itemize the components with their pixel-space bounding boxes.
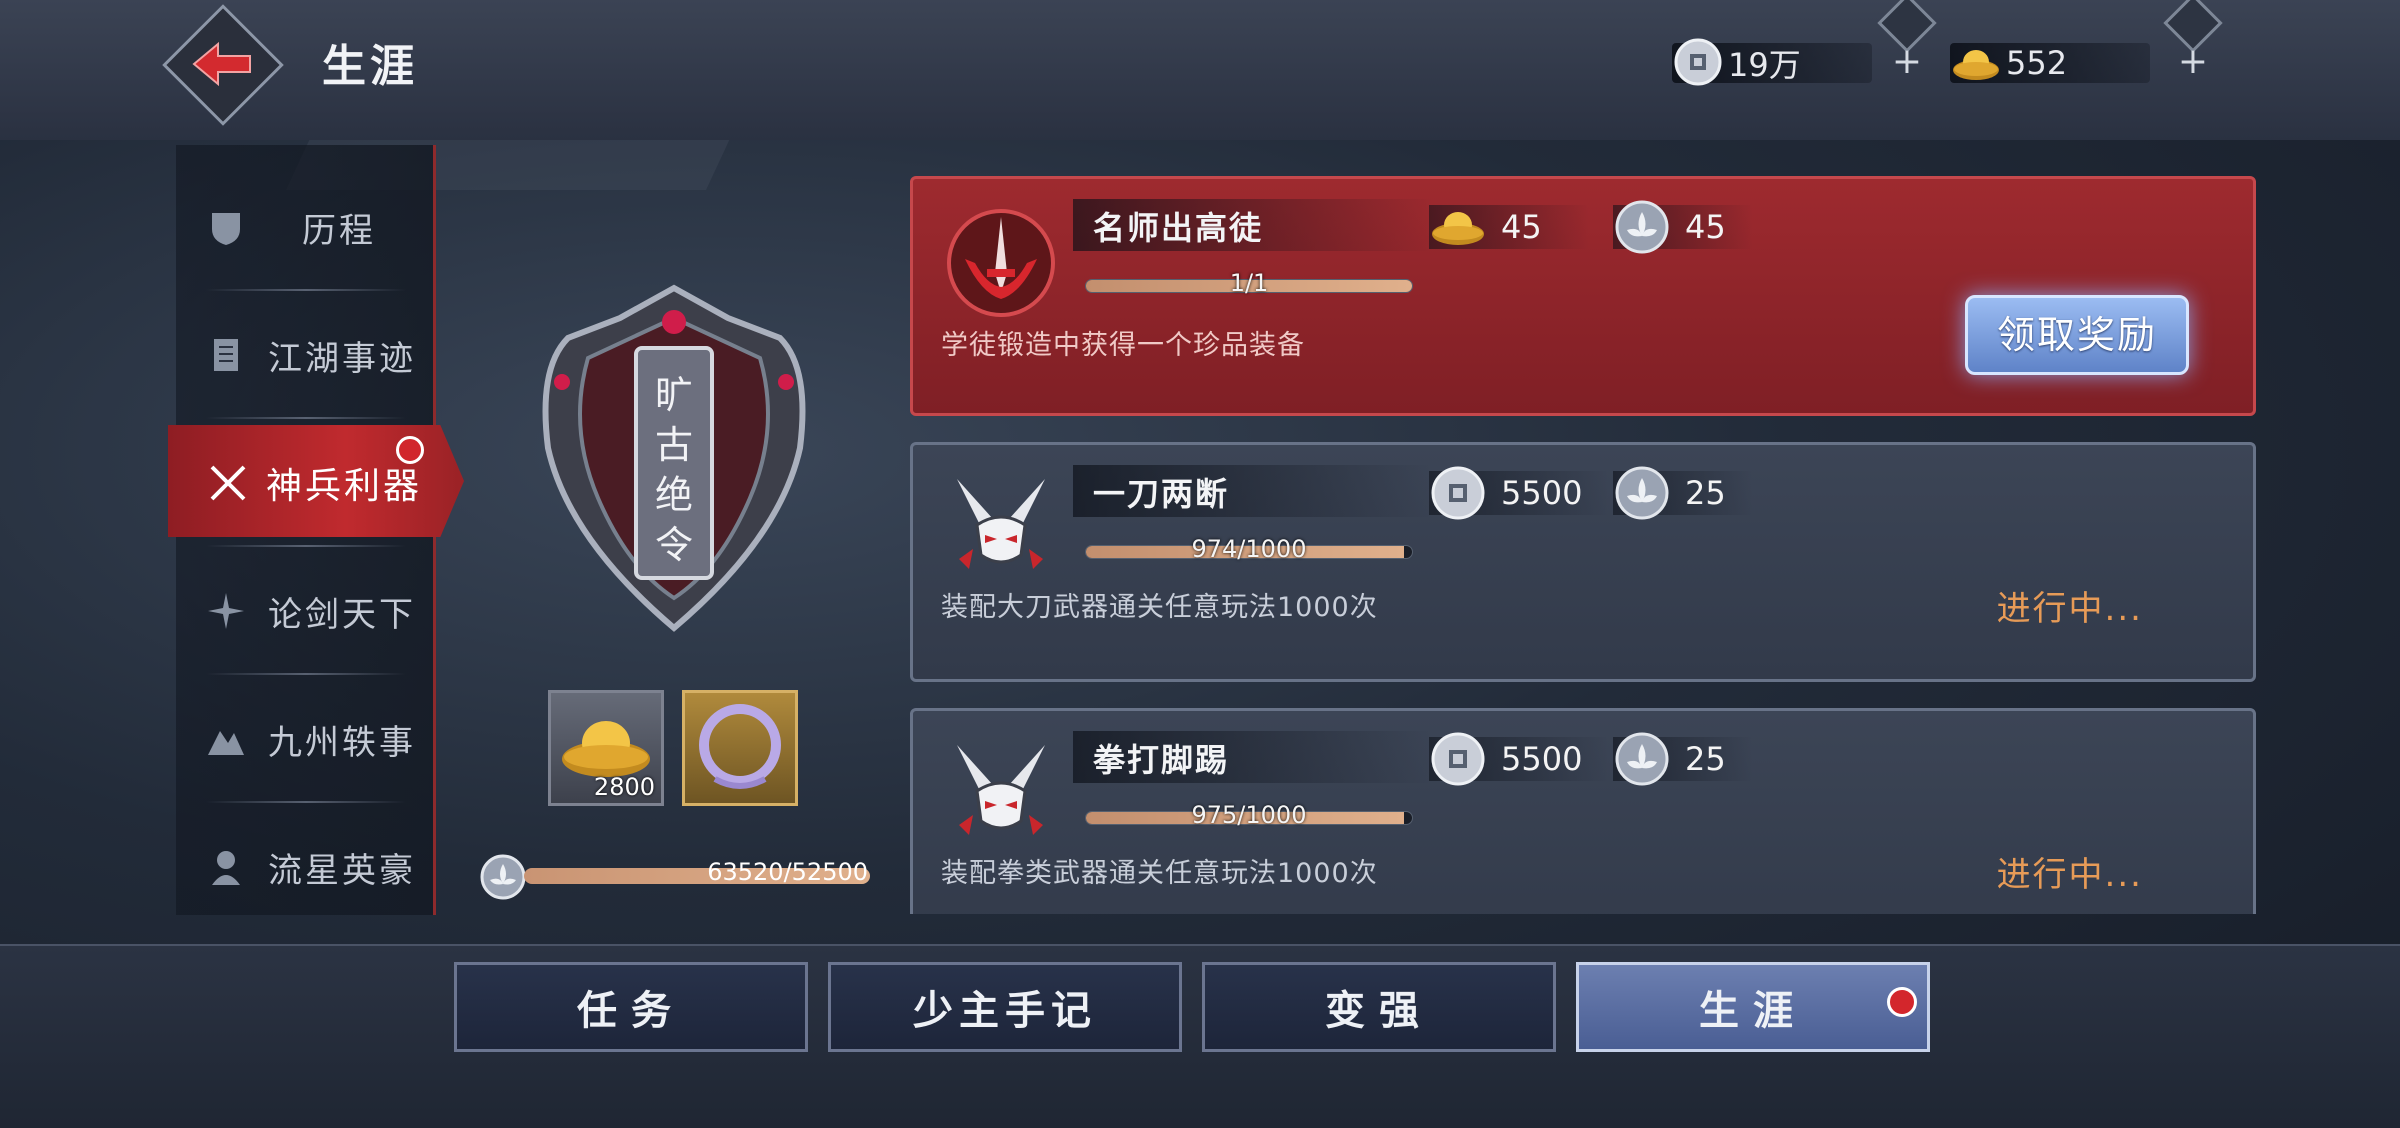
svg-text:古: 古 — [655, 423, 693, 467]
task-reward: 25 — [1613, 465, 1726, 521]
silver-coin-icon — [1431, 466, 1485, 520]
task-reward: 5500 — [1429, 465, 1582, 521]
reward-slot-frame[interactable] — [682, 690, 798, 806]
sidebar-item-anecdotes[interactable]: 九州轶事 — [176, 689, 436, 789]
task-card: 名师出高徒 45 45 1/1 学徒锻造中获得一个珍品装备 领取奖励 — [910, 176, 2256, 416]
silver-coin-icon — [1431, 732, 1485, 786]
divider — [206, 289, 406, 291]
blade-mask-icon — [957, 745, 1045, 835]
silver-coin-icon — [1674, 38, 1722, 86]
task-card: 拳打脚踢 5500 25 975/1000 装配拳类武器通关任意玩法1000次 … — [910, 708, 2256, 914]
blade-mask-icon — [957, 479, 1045, 569]
task-description: 装配拳类武器通关任意玩法1000次 — [941, 858, 1378, 889]
tab-label: 任务 — [577, 988, 685, 1034]
silver-currency: 19万 — [1672, 38, 1892, 86]
notification-dot — [1887, 987, 1917, 1017]
task-progress-text: 975/1000 — [1191, 801, 1307, 829]
task-title: 一刀两断 — [1093, 475, 1230, 513]
sidebar-item-deeds[interactable]: 江湖事迹 — [176, 305, 436, 405]
divider — [206, 545, 406, 547]
task-reward: 45 — [1613, 199, 1726, 255]
tab-notes[interactable]: 少主手记 — [828, 962, 1182, 1052]
career-progress-text: 63520/52500 — [707, 858, 868, 886]
sidebar-item-heroes[interactable]: 流星英豪 — [176, 817, 436, 917]
sidebar-item-label: 江湖事迹 — [268, 338, 416, 379]
task-progress-text: 974/1000 — [1191, 535, 1307, 563]
crossed-blades-icon — [947, 209, 1055, 317]
task-reward: 5500 — [1429, 731, 1582, 787]
lotus-coin-icon — [1615, 466, 1669, 520]
reward-value: 5500 — [1501, 740, 1583, 778]
reward-value: 45 — [1685, 208, 1726, 246]
crossed-swords-icon — [210, 465, 246, 501]
reward-value: 25 — [1685, 740, 1726, 778]
page-title: 生涯 — [322, 41, 418, 92]
sidebar-item-duel[interactable]: 论剑天下 — [176, 561, 436, 661]
sidebar-item-label: 神兵利器 — [266, 466, 423, 507]
sidebar-item-label: 流星英豪 — [268, 850, 416, 891]
mountain-icon — [208, 731, 244, 755]
lotus-coin-icon — [1615, 732, 1669, 786]
task-status: 进行中... — [1996, 589, 2143, 629]
gold-ingot-icon — [1953, 50, 1999, 80]
divider — [206, 801, 406, 803]
tab-career[interactable]: 生涯 — [1576, 962, 1930, 1052]
gold-currency: 552 — [1950, 40, 2170, 86]
notification-dot — [396, 436, 424, 464]
task-reward: 45 — [1429, 199, 1542, 255]
warrior-icon — [212, 851, 240, 885]
task-list[interactable]: 名师出高徒 45 45 1/1 学徒锻造中获得一个珍品装备 领取奖励 一刀两断 … — [906, 172, 2260, 914]
plus-icon[interactable]: + — [1883, 38, 1931, 86]
task-description: 学徒锻造中获得一个珍品装备 — [941, 330, 1305, 361]
gold-ingot-icon — [1432, 212, 1484, 245]
svg-text:旷: 旷 — [655, 373, 693, 417]
sidebar-item-label: 论剑天下 — [268, 594, 416, 635]
lotus-coin-icon — [1615, 200, 1669, 254]
tab-label: 少主手记 — [913, 988, 1097, 1034]
reward-value: 25 — [1685, 474, 1726, 512]
tab-strengthen[interactable]: 变强 — [1202, 962, 1556, 1052]
shield-icon — [212, 213, 240, 245]
back-arrow-icon[interactable] — [188, 34, 258, 94]
reward-slot-gold[interactable]: 2800 — [548, 690, 664, 806]
book-icon — [214, 339, 238, 371]
plus-icon[interactable]: + — [2169, 38, 2217, 86]
achievement-emblem: 旷 古 绝 令 — [542, 284, 806, 632]
task-card: 一刀两断 5500 25 974/1000 装配大刀武器通关任意玩法1000次 … — [910, 442, 2256, 682]
tab-label: 变强 — [1325, 988, 1433, 1034]
sidebar-item-label: 九州轶事 — [268, 722, 416, 763]
reward-count: 2800 — [593, 773, 655, 801]
bottom-tab-bar — [0, 944, 2400, 1128]
lotus-coin-icon — [480, 854, 526, 900]
career-progress: 63520/52500 — [478, 852, 878, 902]
sidebar-item-label: 历程 — [302, 210, 376, 251]
task-reward: 25 — [1613, 731, 1726, 787]
task-progress-text: 1/1 — [1229, 269, 1269, 297]
tab-label: 生涯 — [1699, 988, 1807, 1034]
task-title: 拳打脚踢 — [1093, 741, 1230, 779]
tab-tasks[interactable]: 任务 — [454, 962, 808, 1052]
divider — [206, 673, 406, 675]
reward-value: 5500 — [1501, 474, 1583, 512]
divider — [206, 417, 406, 419]
svg-text:令: 令 — [655, 523, 693, 567]
sparkle-icon — [208, 593, 244, 629]
task-title: 名师出高徒 — [1093, 209, 1264, 247]
sidebar-item-history[interactable]: 历程 — [176, 177, 436, 277]
task-status: 进行中... — [1996, 855, 2143, 895]
svg-text:绝: 绝 — [655, 473, 693, 517]
reward-value: 45 — [1501, 208, 1542, 246]
avatar-frame-icon — [699, 704, 781, 789]
task-description: 装配大刀武器通关任意玩法1000次 — [941, 592, 1378, 623]
claim-reward-button[interactable]: 领取奖励 — [1965, 295, 2189, 375]
